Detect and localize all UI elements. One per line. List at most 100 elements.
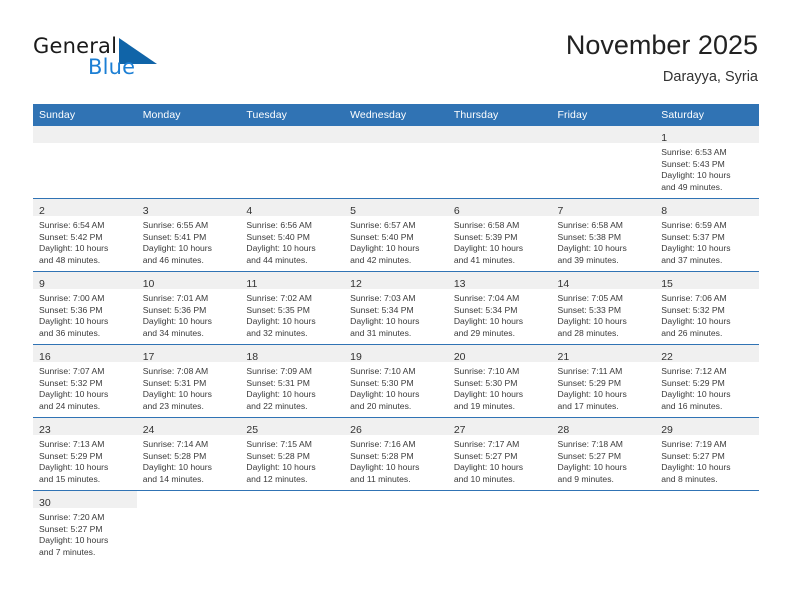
day-number: 15 (661, 278, 673, 290)
day-details: Sunrise: 7:09 AM Sunset: 5:31 PM Daylight:… (240, 362, 344, 412)
day-number-strip: 15 (655, 272, 759, 290)
title-block: November 2025 Darayya, Syria (566, 28, 758, 88)
calendar-day-cell[interactable]: 7 Sunrise: 6:58 AM Sunset: 5:38 PM Daylight… (551, 198, 656, 272)
daylight-text-line2: and 22 minutes. (246, 400, 308, 411)
calendar-empty-cell (33, 126, 137, 199)
day-number-strip: 10 (136, 272, 241, 290)
daylight-text-line1: Daylight: 10 hours (350, 389, 420, 400)
sunrise-text: Sunrise: 6:54 AM (39, 220, 105, 230)
weekday-header-saturday: Saturday (655, 104, 759, 126)
sunrise-text: Sunrise: 7:08 AM (142, 366, 209, 376)
sunset-text: Sunset: 5:34 PM (453, 304, 518, 315)
daylight-text-line2: and 20 minutes. (350, 400, 412, 411)
day-number: 1 (661, 132, 668, 144)
day-number-strip: 5 (344, 199, 448, 217)
daylight-text-line1: Daylight: 10 hours (557, 389, 627, 400)
day-number-strip: 7 (551, 199, 656, 217)
day-number-strip: 19 (344, 345, 448, 363)
sunset-text: Sunset: 5:42 PM (39, 231, 103, 242)
sunset-text: Sunset: 5:27 PM (453, 450, 518, 461)
calendar-week-row: 9 Sunrise: 7:00 AM Sunset: 5:36 PM Daylight… (33, 271, 759, 345)
calendar-day-cell[interactable]: 12 Sunrise: 7:03 AM Sunset: 5:34 PM Dayligh… (344, 271, 448, 345)
calendar-day-cell[interactable]: 21 Sunrise: 7:11 AM Sunset: 5:29 PM Dayligh… (551, 344, 656, 418)
day-number-strip: 11 (240, 272, 345, 290)
calendar-day-cell[interactable]: 28 Sunrise: 7:18 AM Sunset: 5:27 PM Dayligh… (551, 417, 656, 491)
calendar-empty-cell (655, 490, 759, 563)
calendar-day-cell[interactable]: 27 Sunrise: 7:17 AM Sunset: 5:27 PM Dayligh… (447, 417, 552, 491)
sunrise-text: Sunrise: 7:09 AM (246, 366, 312, 376)
day-details: Sunrise: 7:02 AM Sunset: 5:35 PM Daylight:… (240, 289, 344, 339)
calendar-day-cell[interactable]: 24 Sunrise: 7:14 AM Sunset: 5:28 PM Dayligh… (136, 417, 241, 491)
calendar-day-cell[interactable]: 25 Sunrise: 7:15 AM Sunset: 5:28 PM Dayligh… (240, 417, 345, 491)
calendar-day-cell[interactable]: 17 Sunrise: 7:08 AM Sunset: 5:31 PM Dayligh… (136, 344, 241, 418)
day-number: 16 (39, 351, 51, 363)
calendar-empty-cell (551, 126, 656, 199)
sunrise-text: Sunrise: 7:17 AM (453, 439, 520, 449)
calendar-day-cell[interactable]: 4 Sunrise: 6:56 AM Sunset: 5:40 PM Daylight… (240, 198, 345, 272)
day-details: Sunrise: 7:10 AM Sunset: 5:30 PM Daylight:… (344, 362, 448, 412)
calendar-day-cell[interactable]: 22 Sunrise: 7:12 AM Sunset: 5:29 PM Dayligh… (655, 344, 759, 418)
sunset-text: Sunset: 5:35 PM (246, 304, 310, 315)
day-details: Sunrise: 7:03 AM Sunset: 5:34 PM Daylight:… (344, 289, 448, 339)
day-details: Sunrise: 7:00 AM Sunset: 5:36 PM Daylight:… (33, 289, 137, 339)
calendar-body: 1 Sunrise: 6:53 AM Sunset: 5:43 PM Daylight… (33, 126, 759, 563)
calendar-day-cell[interactable]: 26 Sunrise: 7:16 AM Sunset: 5:28 PM Dayligh… (344, 417, 448, 491)
sunrise-text: Sunrise: 7:14 AM (142, 439, 209, 449)
calendar-day-cell[interactable]: 13 Sunrise: 7:04 AM Sunset: 5:34 PM Dayligh… (447, 271, 552, 345)
calendar-week-row: 23 Sunrise: 7:13 AM Sunset: 5:29 PM Dayligh… (33, 417, 759, 491)
day-details: Sunrise: 7:05 AM Sunset: 5:33 PM Daylight:… (552, 289, 656, 339)
calendar-day-cell[interactable]: 30 Sunrise: 7:20 AM Sunset: 5:27 PM Dayligh… (33, 490, 137, 563)
calendar-day-cell[interactable]: 11 Sunrise: 7:02 AM Sunset: 5:35 PM Dayligh… (240, 271, 345, 345)
calendar-day-cell[interactable]: 10 Sunrise: 7:01 AM Sunset: 5:36 PM Dayligh… (136, 271, 241, 345)
sunset-text: Sunset: 5:41 PM (142, 231, 207, 242)
calendar-day-cell[interactable]: 6 Sunrise: 6:58 AM Sunset: 5:39 PM Daylight… (447, 198, 552, 272)
day-details: Sunrise: 7:13 AM Sunset: 5:29 PM Daylight:… (33, 435, 137, 485)
daylight-text-line1: Daylight: 10 hours (557, 243, 627, 254)
day-details: Sunrise: 6:53 AM Sunset: 5:43 PM Daylight:… (655, 143, 759, 193)
day-number: 21 (557, 351, 570, 363)
daylight-text-line2: and 29 minutes. (453, 327, 515, 338)
calendar-day-cell[interactable]: 16 Sunrise: 7:07 AM Sunset: 5:32 PM Dayligh… (33, 344, 137, 418)
calendar-day-cell[interactable]: 23 Sunrise: 7:13 AM Sunset: 5:29 PM Dayligh… (33, 417, 137, 491)
calendar-day-cell[interactable]: 5 Sunrise: 6:57 AM Sunset: 5:40 PM Daylight… (344, 198, 448, 272)
calendar-day-cell[interactable]: 3 Sunrise: 6:55 AM Sunset: 5:41 PM Daylight… (136, 198, 241, 272)
sunrise-text: Sunrise: 7:19 AM (661, 439, 727, 449)
calendar-day-cell[interactable]: 1 Sunrise: 6:53 AM Sunset: 5:43 PM Daylight… (655, 126, 759, 199)
calendar-day-cell[interactable]: 15 Sunrise: 7:06 AM Sunset: 5:32 PM Dayligh… (655, 271, 759, 345)
daylight-text-line2: and 41 minutes. (453, 254, 515, 265)
calendar-empty-cell (447, 490, 552, 563)
calendar-day-cell[interactable]: 18 Sunrise: 7:09 AM Sunset: 5:31 PM Dayligh… (240, 344, 345, 418)
day-number-strip: 22 (655, 345, 759, 363)
calendar-day-cell[interactable]: 20 Sunrise: 7:10 AM Sunset: 5:30 PM Dayligh… (447, 344, 552, 418)
sunset-text: Sunset: 5:27 PM (661, 450, 725, 461)
calendar-day-cell[interactable]: 2 Sunrise: 6:54 AM Sunset: 5:42 PM Daylight… (33, 198, 137, 272)
calendar-day-cell[interactable]: 29 Sunrise: 7:19 AM Sunset: 5:27 PM Dayligh… (655, 417, 759, 491)
calendar-day-cell[interactable]: 19 Sunrise: 7:10 AM Sunset: 5:30 PM Dayligh… (344, 344, 448, 418)
calendar-day-cell[interactable]: 9 Sunrise: 7:00 AM Sunset: 5:36 PM Daylight… (33, 271, 137, 345)
daylight-text-line1: Daylight: 10 hours (246, 389, 316, 400)
day-number-strip: 8 (655, 199, 759, 217)
calendar-day-cell[interactable]: 14 Sunrise: 7:05 AM Sunset: 5:33 PM Dayligh… (551, 271, 656, 345)
day-details: Sunrise: 7:19 AM Sunset: 5:27 PM Daylight:… (655, 435, 759, 485)
daylight-text-line2: and 37 minutes. (661, 254, 723, 265)
calendar-empty-cell (344, 490, 448, 563)
day-details: Sunrise: 6:55 AM Sunset: 5:41 PM Daylight:… (137, 216, 241, 266)
day-number-strip: 24 (136, 418, 241, 436)
day-number: 24 (142, 424, 155, 436)
calendar-day-cell[interactable]: 8 Sunrise: 6:59 AM Sunset: 5:37 PM Daylight… (655, 198, 759, 272)
daylight-text-line1: Daylight: 10 hours (142, 243, 212, 254)
calendar-table: Sunday Monday Tuesday Wednesday Thursday… (33, 104, 759, 563)
day-number: 7 (557, 205, 564, 217)
daylight-text-line2: and 34 minutes. (142, 327, 204, 338)
day-details: Sunrise: 6:57 AM Sunset: 5:40 PM Daylight:… (344, 216, 448, 266)
sunrise-text: Sunrise: 6:53 AM (661, 147, 727, 157)
daylight-text-line1: Daylight: 10 hours (39, 389, 109, 400)
sunset-text: Sunset: 5:28 PM (350, 450, 414, 461)
day-details: Sunrise: 7:15 AM Sunset: 5:28 PM Daylight:… (240, 435, 344, 485)
day-number-strip (33, 126, 137, 143)
sunset-text: Sunset: 5:27 PM (39, 523, 103, 534)
day-number: 8 (661, 205, 668, 217)
sunset-text: Sunset: 5:27 PM (557, 450, 622, 461)
calendar-empty-cell (344, 126, 448, 199)
daylight-text-line2: and 9 minutes. (557, 473, 614, 484)
